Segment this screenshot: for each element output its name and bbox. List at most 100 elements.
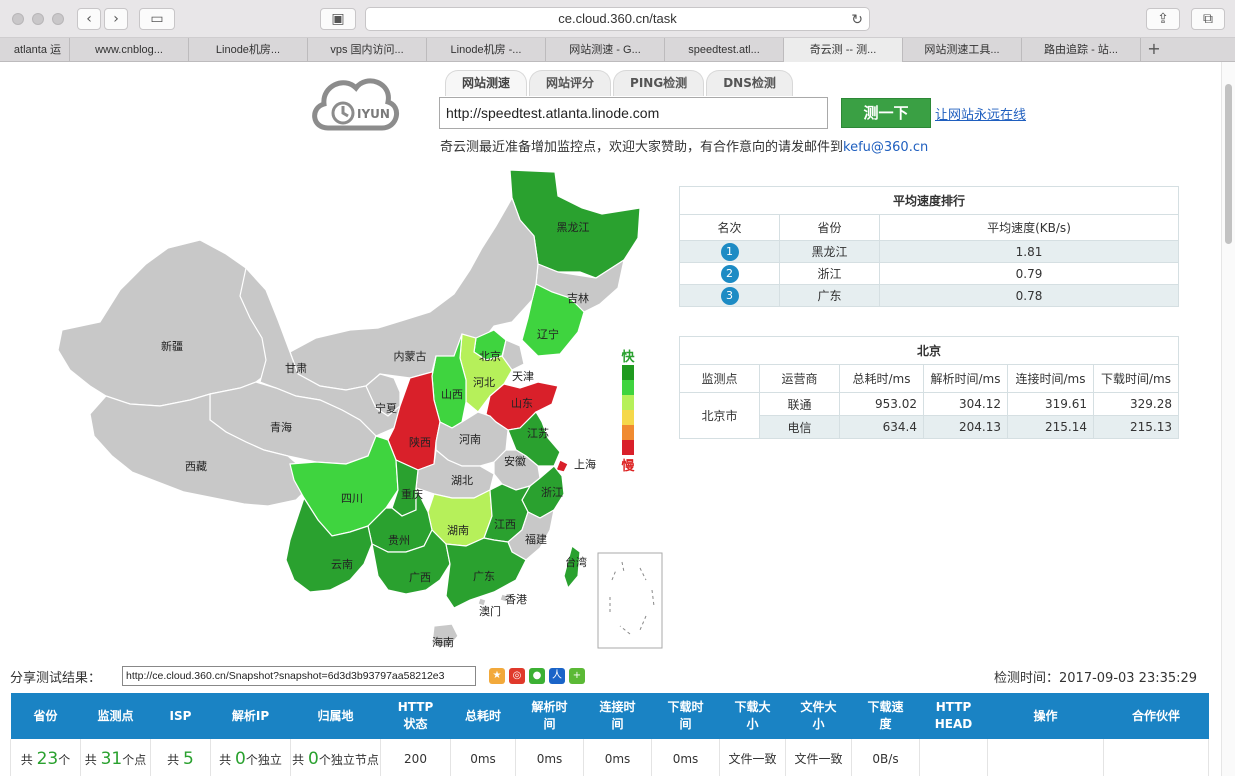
reload-icon[interactable]: ↻ — [851, 8, 863, 30]
svg-text:IYUN: IYUN — [357, 107, 390, 121]
share-url-input[interactable] — [122, 666, 476, 686]
rank-header-province: 省份 — [779, 214, 880, 241]
province-label: 内蒙古 — [394, 349, 427, 363]
summary-dns: 0ms — [515, 739, 584, 776]
forward-icon[interactable]: › — [104, 8, 128, 30]
bj-point-cell: 北京市 — [679, 392, 760, 439]
province-label: 四川 — [341, 492, 363, 505]
province-label: 广东 — [473, 570, 495, 583]
test-url-input[interactable] — [439, 97, 828, 129]
beijing-title: 北京 — [679, 336, 1179, 365]
china-map: 黑龙江吉林辽宁内蒙古 新疆甘肃宁夏青海西藏 北京天津 河北山西山东陕西 河南 江苏安徽 上海… — [57, 169, 663, 649]
bj-total: 634.4 — [839, 415, 924, 439]
rank-cell: 1 — [679, 240, 780, 263]
summary-speed: 0B/s — [851, 739, 920, 776]
browser-tab[interactable]: 路由追踪 - 站... — [1022, 38, 1141, 62]
rank-speed: 1.81 — [879, 240, 1179, 263]
rank-row: 1 黑龙江 1.81 — [679, 240, 1179, 263]
province-label: 吉林 — [567, 291, 589, 305]
share-icons: ★ ◎ ● 人 + — [489, 668, 589, 684]
browser-toolbar: ‹ › ▭ ▣ ce.cloud.360.cn/task ↻ ⇪ ⧉ — [0, 0, 1235, 38]
province-label: 云南 — [331, 558, 353, 571]
results-header: ISP — [150, 693, 211, 739]
new-tab-icon[interactable]: + — [1141, 38, 1167, 61]
sidebar-icon[interactable]: ▭ — [139, 8, 175, 30]
share-icon[interactable]: ⇪ — [1146, 8, 1180, 30]
province-label: 天津 — [512, 370, 534, 383]
results-header: HTTP HEAD — [919, 693, 988, 739]
bj-dns: 204.13 — [923, 415, 1008, 439]
province-label: 上海 — [574, 457, 596, 471]
speed-legend: 快 慢 — [620, 346, 636, 474]
beijing-detail-table: 北京 监测点 运营商 总耗时/ms 解析时间/ms 连接时间/ms 下载时间/m… — [679, 336, 1179, 439]
minimize-window-button[interactable] — [32, 13, 44, 25]
province-label: 北京 — [479, 349, 501, 363]
more-share-icon[interactable]: + — [569, 668, 585, 684]
bj-connect: 319.61 — [1007, 392, 1094, 416]
weibo-share-icon[interactable]: ◎ — [509, 668, 525, 684]
rank-province: 黑龙江 — [779, 240, 880, 263]
summary-head — [919, 739, 988, 776]
summary-dl-size: 文件一致 — [719, 739, 786, 776]
site-tab[interactable]: 网站评分 — [529, 70, 612, 96]
summary-action — [987, 739, 1104, 776]
province-label: 澳门 — [479, 604, 501, 618]
rank-row: 2 浙江 0.79 — [679, 262, 1179, 285]
notice-text: 奇云测最近准备增加监控点，欢迎大家赞助，有合作意向的请发邮件到kefu@360.… — [440, 140, 929, 155]
legend-swatch — [622, 410, 634, 425]
reader-icon[interactable]: ▣ — [320, 8, 356, 30]
browser-tab[interactable]: Linode机房 -... — [427, 38, 546, 62]
province-label: 河南 — [459, 433, 481, 446]
tabs-overview-icon[interactable]: ⧉ — [1191, 8, 1225, 30]
summary-province: 共 23个 — [10, 739, 81, 776]
browser-tab[interactable]: speedtest.atl... — [665, 38, 784, 62]
browser-tab[interactable]: vps 国内访问... — [308, 38, 427, 62]
close-window-button[interactable] — [12, 13, 24, 25]
bj-download: 329.28 — [1093, 392, 1179, 416]
province-label: 江苏 — [527, 427, 549, 440]
rank-number-badge: 3 — [720, 286, 739, 305]
province-label: 台湾 — [565, 555, 587, 569]
test-button[interactable]: 测一下 — [841, 98, 931, 128]
browser-tab[interactable]: Linode机房... — [189, 38, 308, 62]
browser-tab[interactable]: atlanta 运 — [0, 38, 70, 62]
browser-tab[interactable]: 网站测速工具... — [903, 38, 1022, 62]
browser-tab[interactable]: 奇云测 -- 测... — [784, 38, 903, 62]
results-header: 操作 — [987, 693, 1104, 739]
rank-province: 浙江 — [779, 262, 880, 285]
zoom-window-button[interactable] — [52, 13, 64, 25]
summary-partner — [1103, 739, 1209, 776]
legend-slow-label: 慢 — [621, 459, 635, 474]
summary-location: 共 0个独立节点 — [290, 739, 381, 776]
wechat-share-icon[interactable]: ● — [529, 668, 545, 684]
rank-cell: 3 — [679, 284, 780, 307]
browser-tab[interactable]: 网站测速 - G... — [546, 38, 665, 62]
province-label: 青海 — [270, 420, 292, 434]
scrollbar-thumb[interactable] — [1225, 84, 1232, 244]
back-icon[interactable]: ‹ — [77, 8, 101, 30]
rank-header-rank: 名次 — [679, 214, 780, 241]
keep-online-link[interactable]: 让网站永远在线 — [935, 104, 1026, 123]
site-tab[interactable]: DNS检测 — [706, 70, 793, 96]
legend-swatch — [622, 425, 634, 440]
renren-share-icon[interactable]: 人 — [549, 668, 565, 684]
site-tab[interactable]: 网站测速 — [445, 70, 528, 96]
browser-tab-bar: atlanta 运 www.cnblog... Linode机房... vps 国内访… — [0, 38, 1235, 62]
rank-number-badge: 2 — [720, 264, 739, 283]
address-bar[interactable]: ce.cloud.360.cn/task ↻ — [365, 7, 870, 31]
browser-tab[interactable]: www.cnblog... — [70, 38, 189, 62]
qzone-share-icon[interactable]: ★ — [489, 668, 505, 684]
page-scrollbar[interactable] — [1221, 62, 1235, 776]
results-header: 监测点 — [80, 693, 151, 739]
email-link[interactable]: kefu@360.cn — [843, 140, 928, 155]
results-header: 下载时 间 — [651, 693, 720, 739]
rank-header-speed: 平均速度(KB/s) — [879, 214, 1179, 241]
bj-header-total: 总耗时/ms — [839, 364, 924, 393]
summary-row: 共 23个 共 31个点 共 5 共 0个独立 共 0个独立节点 200 0ms… — [10, 739, 1209, 776]
results-header: 解析IP — [210, 693, 291, 739]
site-tab[interactable]: PING检测 — [613, 70, 705, 96]
province-label: 陕西 — [409, 435, 431, 449]
test-time: 检测时间：2017-09-03 23:35:29 — [994, 671, 1198, 686]
summary-http: 200 — [380, 739, 451, 776]
rank-cell: 2 — [679, 262, 780, 285]
